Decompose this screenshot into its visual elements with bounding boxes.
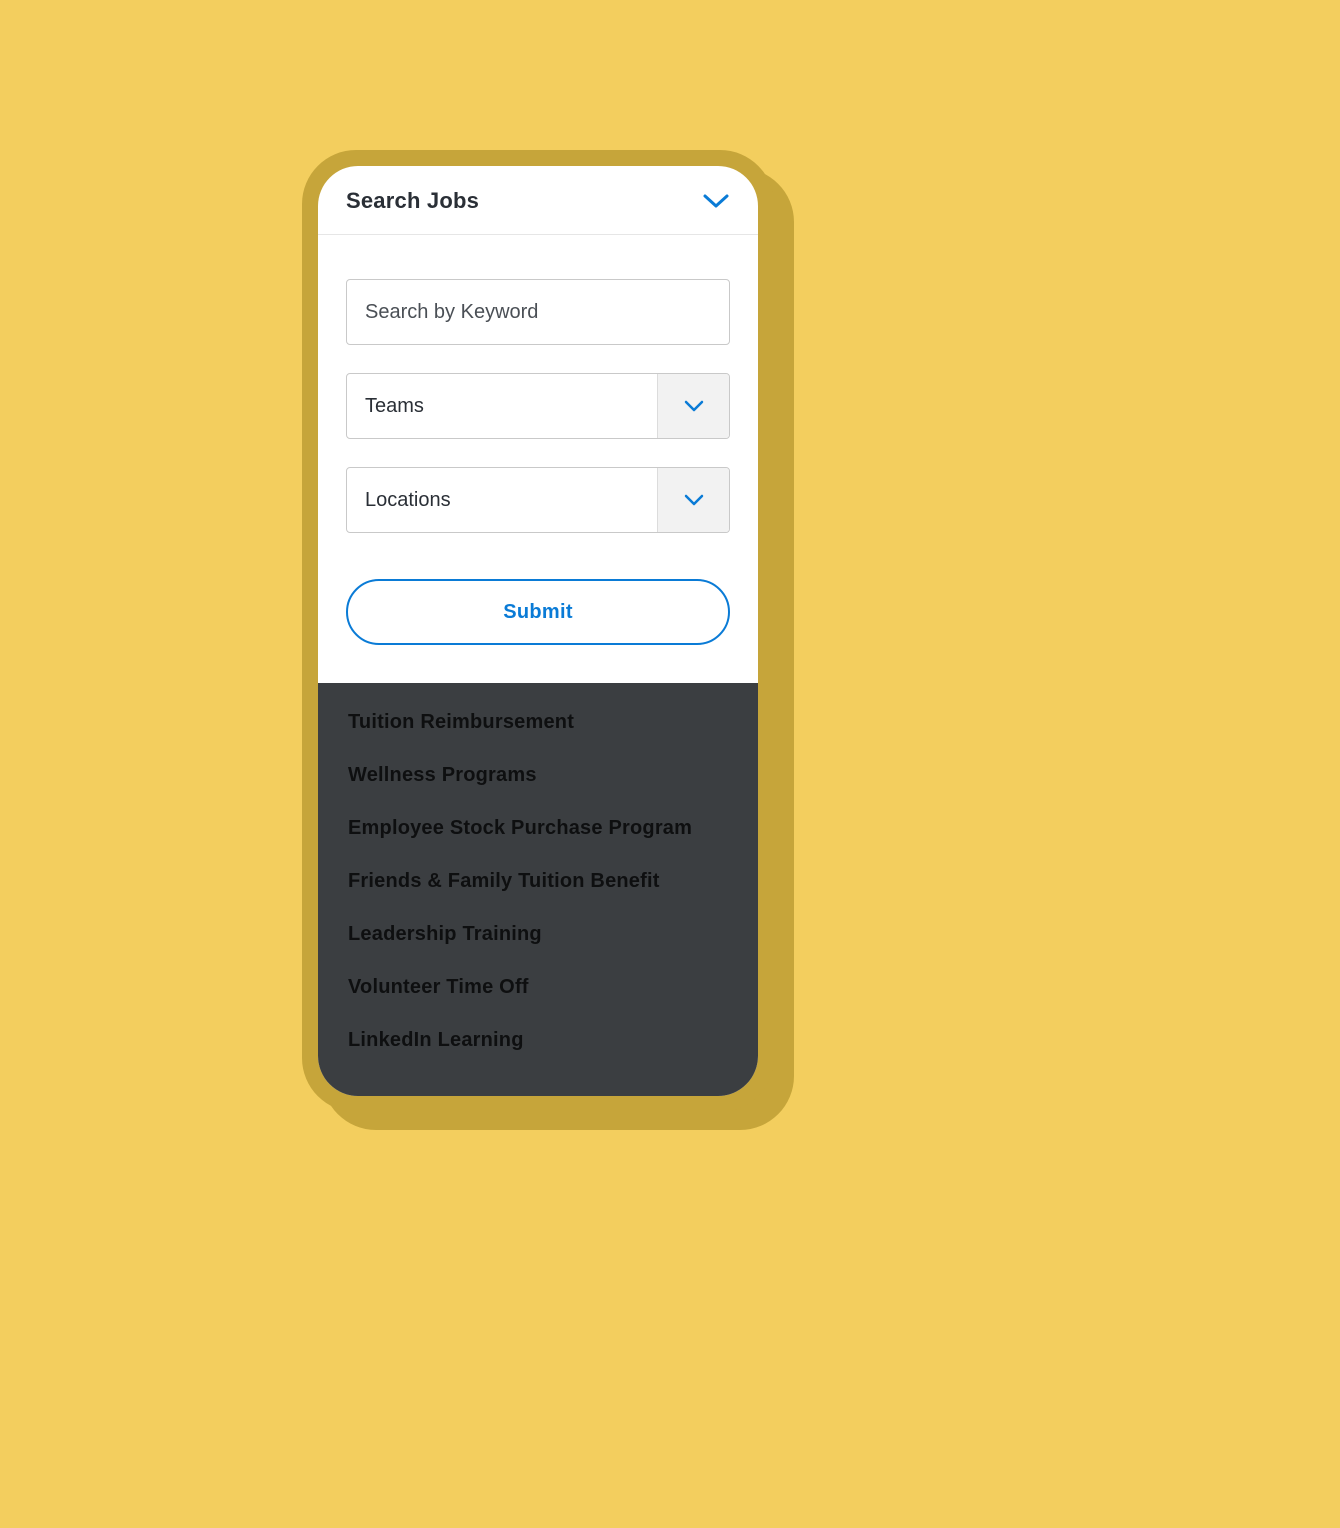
chevron-down-icon (657, 374, 729, 438)
stage: Search Jobs Teams (0, 0, 1340, 1528)
phone-screen: Search Jobs Teams (318, 166, 758, 1096)
list-item: Leadership Training (348, 923, 728, 946)
phone-frame: Search Jobs Teams (302, 150, 774, 1112)
list-item: Volunteer Time Off (348, 976, 728, 999)
chevron-down-icon (657, 468, 729, 532)
search-jobs-header[interactable]: Search Jobs (318, 166, 758, 235)
teams-select-label: Teams (347, 374, 657, 438)
list-item: Friends & Family Tuition Benefit (348, 870, 728, 893)
list-item: Tuition Reimbursement (348, 711, 728, 734)
submit-wrap: Submit (346, 561, 730, 645)
list-item: Employee Stock Purchase Program (348, 817, 728, 840)
submit-button[interactable]: Submit (346, 579, 730, 645)
list-item: Wellness Programs (348, 764, 728, 787)
page-title: Search Jobs (346, 188, 479, 214)
teams-select[interactable]: Teams (346, 373, 730, 439)
chevron-down-icon (702, 192, 730, 210)
benefits-list: Tuition Reimbursement Wellness Programs … (318, 683, 758, 1096)
locations-select-label: Locations (347, 468, 657, 532)
list-item: LinkedIn Learning (348, 1029, 728, 1052)
keyword-field[interactable] (346, 279, 730, 345)
search-form: Teams Locations (318, 235, 758, 683)
locations-select[interactable]: Locations (346, 467, 730, 533)
search-input[interactable] (347, 280, 729, 344)
